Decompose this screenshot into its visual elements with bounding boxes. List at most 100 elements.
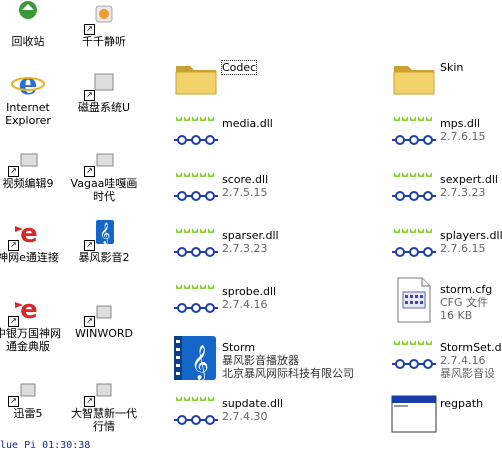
file-detail: 2.7.6.15 <box>440 242 486 255</box>
svg-text:· ·: · · <box>193 121 199 128</box>
status-text: lue Pi 01:30:38 <box>0 440 91 451</box>
dll-icon: · · <box>172 390 220 438</box>
file-item[interactable]: storm.cfg CFG 文件 16 KB <box>390 276 502 324</box>
desktop-icon-thunder[interactable]: ↗ 迅雷5 <box>0 372 64 420</box>
file-name: sexpert.dll <box>440 173 498 186</box>
desktop-icon-winword[interactable]: ↗ WINWORD <box>68 292 140 340</box>
dll-icon: · · <box>390 334 438 382</box>
file-name: Skin <box>440 61 464 74</box>
folder-icon <box>172 54 220 102</box>
file-item[interactable]: · · supdate.dll 2.7.4.30 <box>172 390 372 438</box>
svg-text:· ·: · · <box>411 177 417 184</box>
svg-text:· ·: · · <box>193 177 199 184</box>
file-name: sparser.dll <box>222 229 279 242</box>
file-item[interactable]: regpath <box>390 390 502 438</box>
shortcut-arrow-icon: ↗ <box>8 166 19 177</box>
desktop-icon-label: Vagaa哇嘎画时代 <box>70 177 138 203</box>
svg-text:𝄞: 𝄞 <box>191 345 209 381</box>
e-connect-icon: e ↗ <box>8 216 45 251</box>
ttplayer-icon: ↗ <box>84 0 121 35</box>
shortcut-arrow-icon: ↗ <box>8 316 19 327</box>
desktop-icon-e-connect[interactable]: e ↗ 神网e通连接 <box>0 216 64 264</box>
config-file-icon <box>390 276 438 324</box>
dll-icon: · · <box>390 222 438 270</box>
desktop-icon-label: 迅雷5 <box>13 407 43 420</box>
file-name: StormSet.dll <box>440 341 502 354</box>
desktop-icon-label: 中银万国神网通金典版 <box>0 327 61 353</box>
svg-text:· ·: · · <box>193 233 199 240</box>
svg-text:𝄞: 𝄞 <box>100 223 111 244</box>
file-item[interactable]: · · sparser.dll 2.7.3.23 <box>172 222 372 270</box>
shortcut-arrow-icon: ↗ <box>84 90 95 101</box>
file-name: media.dll <box>222 117 273 130</box>
desktop-icon-storm-player[interactable]: 𝄞 ↗ 暴风影音2 <box>68 216 140 264</box>
desktop-icon-label: 暴风影音2 <box>78 251 130 264</box>
svg-text:· ·: · · <box>193 289 199 296</box>
file-name: score.dll <box>222 173 269 186</box>
file-item[interactable]: · · splayers.dll 2.7.6.15 <box>390 222 502 270</box>
desktop-icon-video-editor[interactable]: ↗ 视频编辑9 <box>0 142 64 190</box>
storm-app-icon: 𝄞 <box>172 334 220 382</box>
shortcut-arrow-icon: ↗ <box>84 166 95 177</box>
file-detail: 2.7.3.23 <box>222 242 268 255</box>
file-item[interactable]: · · sprobe.dll 2.7.4.16 <box>172 278 372 326</box>
recycle-bin-icon <box>11 0 45 34</box>
shortcut-arrow-icon: ↗ <box>84 24 95 35</box>
shortcut-arrow-icon: ↗ <box>8 240 19 251</box>
desktop-icon-label: 千千静听 <box>82 35 126 48</box>
desktop-icon-disk-system[interactable]: ↗ 磁盘系统U <box>68 66 140 114</box>
dll-icon: · · <box>172 278 220 326</box>
file-detail: 2.7.3.23 <box>440 186 486 199</box>
svg-text:· ·: · · <box>411 345 417 352</box>
svg-text:e: e <box>20 219 38 249</box>
ie-icon: e <box>11 66 45 102</box>
desktop-icon-label: 视频编辑9 <box>2 177 54 190</box>
desktop-area: 回收站 ↗ 千千静听 e Internet Explorer ↗ 磁盘系统U ↗… <box>0 0 140 451</box>
file-detail: 2.7.4.16 <box>222 298 268 311</box>
desktop-icon-label: 回收站 <box>11 35 45 48</box>
file-detail-secondary: 16 KB <box>440 309 473 322</box>
desktop-icon-internet-explorer[interactable]: e Internet Explorer <box>0 66 64 127</box>
desktop-icon-label: 磁盘系统U <box>77 101 131 114</box>
file-detail-secondary: 北京暴风网际科技有限公司 <box>222 367 354 380</box>
desktop-icon-e-connect-classic[interactable]: e ↗ 中银万国神网通金典版 <box>0 292 64 353</box>
file-item[interactable]: · · mps.dll 2.7.6.15 <box>390 110 502 158</box>
file-item[interactable]: 𝄞 Storm 暴风影音播放器 北京暴风网际科技有限公司 <box>172 334 372 382</box>
desktop-icon-label: 神网e通连接 <box>0 251 59 264</box>
shortcut-arrow-icon: ↗ <box>84 396 95 407</box>
file-detail: 2.7.5.15 <box>222 186 268 199</box>
file-item[interactable]: Codec <box>172 54 372 102</box>
file-detail: 2.7.4.30 <box>222 410 268 423</box>
shortcut-arrow-icon: ↗ <box>8 396 19 407</box>
desktop-icon-dzh[interactable]: ↗ 大智慧新一代行情 <box>68 372 140 433</box>
file-name: regpath <box>440 397 484 410</box>
video-editor-icon: ↗ <box>8 142 45 177</box>
dll-icon: · · <box>172 166 220 214</box>
dll-icon: · · <box>172 110 220 158</box>
dll-icon: · · <box>390 110 438 158</box>
svg-text:e: e <box>20 295 38 325</box>
file-item[interactable]: · · sexpert.dll 2.7.3.23 <box>390 166 502 214</box>
file-detail: 2.7.4.16 <box>440 354 486 367</box>
file-detail: CFG 文件 <box>440 296 489 309</box>
vagaa-icon: ↗ <box>84 142 121 177</box>
desktop-icon-label: Internet Explorer <box>5 101 51 127</box>
disk-system-icon: ↗ <box>84 66 121 101</box>
file-detail: 暴风影音播放器 <box>222 354 299 367</box>
file-item[interactable]: · · score.dll 2.7.5.15 <box>172 166 372 214</box>
desktop-icon-vagaa[interactable]: ↗ Vagaa哇嘎画时代 <box>68 142 140 203</box>
window-app-icon <box>390 390 438 438</box>
desktop-icon-ttplayer[interactable]: ↗ 千千静听 <box>68 0 140 48</box>
file-detail-secondary: 暴风影音设 <box>440 367 495 380</box>
file-name: Storm <box>222 341 256 354</box>
shortcut-arrow-icon: ↗ <box>84 240 95 251</box>
file-item[interactable]: · · media.dll <box>172 110 372 158</box>
file-name: storm.cfg <box>440 283 493 296</box>
file-item[interactable]: · · StormSet.dll 2.7.4.16 暴风影音设 <box>390 334 502 382</box>
desktop-icon-recycle-bin[interactable]: 回收站 <box>0 0 64 48</box>
word-icon: ↗ <box>84 292 121 327</box>
svg-text:· ·: · · <box>411 121 417 128</box>
file-name: sprobe.dll <box>222 285 277 298</box>
desktop-icon-label: WINWORD <box>75 327 133 340</box>
file-item[interactable]: Skin <box>390 54 502 102</box>
